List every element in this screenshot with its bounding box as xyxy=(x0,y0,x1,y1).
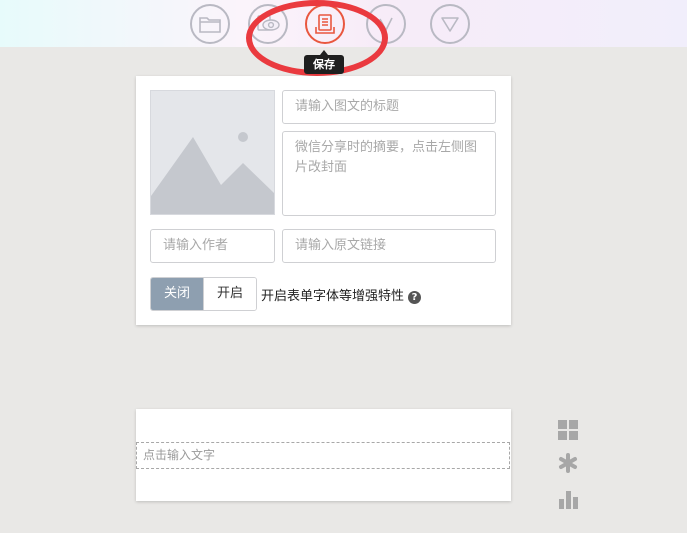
source-link-input[interactable]: 请输入原文链接 xyxy=(282,229,496,263)
text-input-line[interactable]: 点击输入文字 xyxy=(136,442,510,469)
enhance-toggle[interactable]: 关闭 开启 xyxy=(150,277,257,311)
editor-area: 点击输入文字 xyxy=(136,409,511,501)
top-toolbar xyxy=(0,0,687,47)
title-input[interactable]: 请输入图文的标题 xyxy=(282,90,496,124)
cover-image[interactable] xyxy=(150,90,275,215)
article-settings-card: 请输入图文的标题 微信分享时的摘要，点击左侧图片改封面 请输入作者 请输入原文链… xyxy=(136,76,511,325)
help-icon[interactable]: ? xyxy=(408,291,422,304)
stats-tool-button[interactable] xyxy=(557,488,579,510)
toggle-on-option[interactable]: 开启 xyxy=(203,278,256,310)
page: 保存 请输入图文的标题 微信分享时的摘要，点击左侧图片改封面 请输入作者 请输入… xyxy=(0,0,687,533)
bar-chart-icon xyxy=(559,491,578,509)
check-icon xyxy=(379,17,393,32)
eye-icon xyxy=(257,15,280,31)
triangle-down-icon xyxy=(441,17,459,32)
summary-input[interactable]: 微信分享时的摘要，点击左侧图片改封面 xyxy=(282,131,496,216)
image-placeholder-icon xyxy=(151,91,274,214)
open-button[interactable] xyxy=(190,4,230,44)
enhance-label: 开启表单字体等增强特性? xyxy=(261,285,422,304)
save-document-icon xyxy=(315,14,335,34)
asterisk-icon xyxy=(559,453,577,473)
author-input[interactable]: 请输入作者 xyxy=(150,229,275,263)
save-tooltip: 保存 xyxy=(304,50,344,74)
enhance-label-text: 开启表单字体等增强特性 xyxy=(261,289,405,304)
grid-icon xyxy=(558,420,578,440)
layout-tool-button[interactable] xyxy=(557,419,579,441)
toggle-off-option[interactable]: 关闭 xyxy=(151,278,203,310)
folder-icon xyxy=(199,17,221,33)
preview-button[interactable] xyxy=(248,4,288,44)
style-tool-button[interactable] xyxy=(557,452,579,474)
more-button[interactable] xyxy=(430,4,470,44)
save-button[interactable] xyxy=(305,4,345,44)
check-button[interactable] xyxy=(366,4,406,44)
